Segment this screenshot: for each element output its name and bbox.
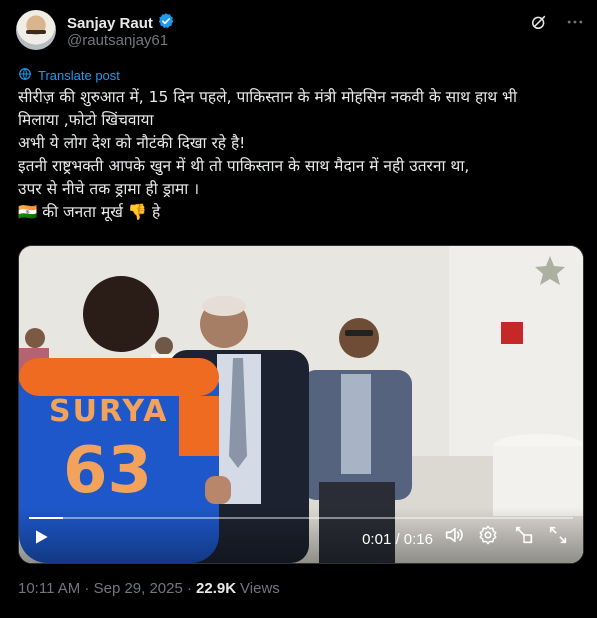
post-line: अभी ये लोग देश को नौटंकी दिखा रहे है! bbox=[18, 134, 246, 152]
video-progress-bar[interactable] bbox=[29, 517, 573, 519]
globe-icon bbox=[18, 66, 32, 85]
translate-post-link[interactable]: Translate post bbox=[18, 66, 120, 85]
header-actions bbox=[529, 12, 585, 36]
settings-icon[interactable] bbox=[477, 524, 499, 550]
video-controls: 0:01 / 0:16 bbox=[19, 507, 583, 563]
grok-icon[interactable] bbox=[529, 12, 549, 36]
avatar[interactable] bbox=[16, 10, 56, 50]
post-timestamp[interactable]: 10:11 AM · Sep 29, 2025 · bbox=[18, 580, 192, 597]
views-label: Views bbox=[240, 580, 280, 597]
fullscreen-icon[interactable] bbox=[547, 524, 569, 550]
pip-icon[interactable] bbox=[513, 524, 535, 550]
jersey-number: 63 bbox=[63, 434, 152, 508]
verified-badge-icon bbox=[157, 12, 175, 34]
translate-post-label: Translate post bbox=[38, 68, 120, 83]
post-line: उपर से नीचे तक ड्रामा ही ड्रामा । bbox=[18, 180, 200, 198]
post-line: 🇮🇳 की जनता मूर्ख 👎 हे bbox=[18, 203, 161, 221]
video-progress-fill bbox=[29, 517, 63, 519]
author-name[interactable]: Sanjay Raut bbox=[67, 15, 153, 32]
volume-icon[interactable] bbox=[443, 524, 465, 550]
post-line: इतनी राष्ट्रभक्ती आपके खुन में थी तो पाक… bbox=[18, 157, 470, 175]
more-icon[interactable] bbox=[565, 12, 585, 36]
play-icon[interactable] bbox=[31, 527, 51, 551]
views-count: 22.9K bbox=[196, 580, 237, 597]
post-header: Sanjay Raut @rautsanjay61 bbox=[16, 10, 585, 54]
jersey-name: SURYA bbox=[49, 394, 169, 429]
post-text: सीरीज़ की शुरुआत में, 15 दिन पहले, पाकिस… bbox=[18, 86, 584, 224]
author-name-row: Sanjay Raut bbox=[67, 12, 175, 34]
post-line: मिलाया ,फोटो खिंचवाया bbox=[18, 111, 154, 129]
post-line: सीरीज़ की शुरुआत में, 15 दिन पहले, पाकिस… bbox=[18, 88, 517, 106]
author-handle[interactable]: @rautsanjay61 bbox=[67, 32, 168, 49]
post-metadata: 10:11 AM · Sep 29, 2025 · 22.9K Views bbox=[18, 580, 280, 597]
video-player[interactable]: SURYA 63 0:01 / 0:16 bbox=[18, 245, 584, 564]
video-time: 0:01 / 0:16 bbox=[362, 531, 433, 548]
